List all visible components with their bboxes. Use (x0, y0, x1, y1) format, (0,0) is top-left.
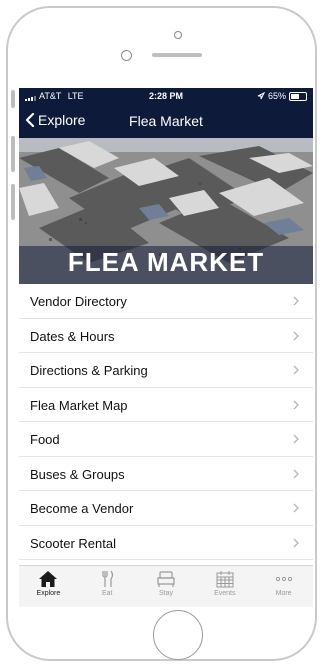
chevron-right-icon (293, 469, 299, 478)
navigation-bar: Explore Flea Market (19, 104, 313, 138)
tab-bar: Explore Eat Stay Events More (19, 565, 313, 607)
menu-list: Vendor Directory Dates & Hours Direction… (19, 284, 313, 560)
battery-percent: 65% (267, 91, 286, 101)
bed-icon (157, 571, 175, 587)
chevron-right-icon (293, 365, 299, 375)
tab-label: Events (214, 590, 236, 597)
fork-knife-icon (102, 570, 114, 587)
home-button[interactable] (153, 610, 203, 660)
menu-item-label: Flea Market Map (30, 397, 128, 413)
tab-label: Stay (158, 590, 173, 597)
chevron-right-icon (293, 331, 299, 340)
tab-stay[interactable]: Stay (137, 566, 196, 607)
front-sensor (121, 50, 132, 61)
menu-item-flea-market-map[interactable]: Flea Market Map (19, 388, 313, 422)
menu-item-label: Become a Vendor (30, 501, 134, 516)
front-camera (174, 31, 182, 39)
battery-icon (289, 91, 307, 101)
tab-explore[interactable]: Explore (19, 566, 78, 607)
menu-item-label: Dates & Hours (30, 328, 115, 344)
tab-eat[interactable]: Eat (78, 566, 137, 607)
chevron-right-icon (293, 503, 299, 513)
mute-switch (11, 90, 15, 108)
chevron-right-icon (293, 400, 299, 409)
menu-item-label: Food (30, 432, 60, 447)
menu-item-label: Scooter Rental (30, 535, 116, 551)
tab-more[interactable]: More (254, 566, 313, 607)
tab-events[interactable]: Events (195, 566, 254, 607)
hero-title: FLEA MARKET (67, 247, 265, 277)
menu-item-label: Directions & Parking (30, 363, 148, 378)
menu-item-label: Vendor Directory (30, 294, 127, 309)
menu-item-dates-hours[interactable]: Dates & Hours (19, 319, 313, 353)
tab-label: More (275, 590, 292, 597)
more-dots-icon (275, 576, 292, 582)
chevron-right-icon (293, 538, 299, 547)
tab-label: Eat (101, 590, 113, 597)
app-screen: AT&T LTE 2:28 PM 65% Explore Flea Market (19, 88, 313, 606)
location-arrow-icon (257, 92, 265, 100)
tab-label: Explore (36, 590, 61, 597)
menu-item-become-vendor[interactable]: Become a Vendor (19, 491, 313, 526)
menu-item-food[interactable]: Food (19, 422, 313, 457)
menu-item-vendor-directory[interactable]: Vendor Directory (19, 284, 313, 319)
hero-image: FLEA MARKET (19, 138, 313, 284)
chevron-right-icon (293, 296, 299, 306)
status-right: 65% (257, 91, 307, 101)
volume-up-button (11, 136, 15, 172)
menu-item-label: Buses & Groups (30, 466, 125, 482)
menu-item-buses-groups[interactable]: Buses & Groups (19, 457, 313, 491)
volume-down-button (11, 184, 15, 220)
menu-item-directions-parking[interactable]: Directions & Parking (19, 353, 313, 388)
page-title: Flea Market (129, 113, 203, 129)
calendar-icon (216, 571, 234, 588)
earpiece-speaker (152, 53, 202, 57)
home-icon (39, 571, 58, 587)
chevron-right-icon (293, 434, 299, 444)
status-bar: AT&T LTE 2:28 PM 65% (19, 88, 313, 104)
menu-item-scooter-rental[interactable]: Scooter Rental (19, 526, 313, 560)
